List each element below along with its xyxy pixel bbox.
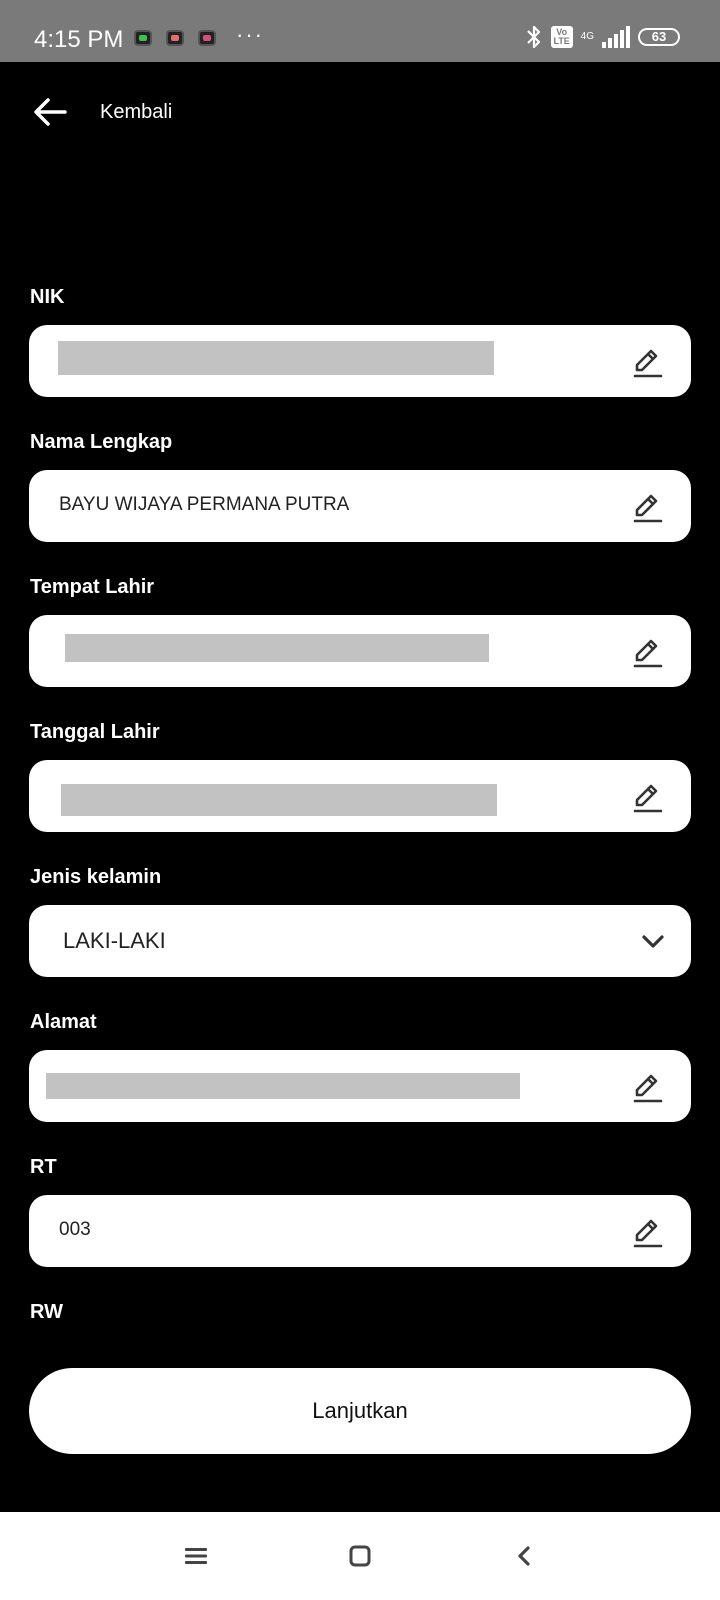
app-notification-icon [134,30,152,46]
back-label[interactable]: Kembali [100,101,172,124]
tempat-lahir-label: Tempat Lahir [30,576,155,598]
jenis-kelamin-label: Jenis kelamin [30,866,162,888]
nama-lengkap-field[interactable]: BAYU WIJAYA PERMANA PUTRA [29,470,691,542]
jenis-kelamin-value[interactable]: LAKI-LAKI [63,928,166,954]
alamat-field[interactable] [29,1050,691,1122]
jenis-kelamin-select[interactable]: LAKI-LAKI [29,905,691,977]
status-bar: 4:15 PM ··· Vo LTE 4G 63 [0,0,720,62]
app-notification-icon [198,30,216,46]
notification-icons [134,30,216,46]
pencil-icon[interactable] [631,490,665,524]
rt-label: RT [30,1156,57,1178]
battery-icon: 63 [638,28,680,46]
home-icon[interactable] [340,1538,380,1574]
pencil-icon[interactable] [631,1070,665,1104]
rw-label: RW [30,1301,63,1323]
menu-icon[interactable] [176,1538,216,1574]
redacted-value [61,784,497,816]
lanjutkan-button[interactable]: Lanjutkan [29,1368,691,1454]
redacted-value [46,1073,520,1099]
pencil-icon[interactable] [631,1215,665,1249]
pencil-icon[interactable] [631,780,665,814]
pencil-icon[interactable] [631,345,665,379]
signal-icon [602,26,630,48]
tanggal-lahir-field[interactable] [29,760,691,832]
navigation-bar [0,1512,720,1600]
app-notification-icon [166,30,184,46]
system-icons: Vo LTE 4G 63 [525,24,680,50]
nama-lengkap-label: Nama Lengkap [30,431,173,453]
rt-value[interactable]: 003 [59,1219,91,1241]
volte-icon: Vo LTE [550,26,573,48]
arrow-left-icon[interactable] [30,92,70,132]
nama-lengkap-value[interactable]: BAYU WIJAYA PERMANA PUTRA [59,494,349,516]
more-notifications-icon: ··· [236,22,264,47]
rt-field[interactable]: 003 [29,1195,691,1267]
status-time: 4:15 PM [34,26,124,53]
tempat-lahir-field[interactable] [29,615,691,687]
alamat-label: Alamat [30,1011,97,1033]
network-type: 4G [580,31,594,42]
redacted-value [65,634,489,662]
tanggal-lahir-label: Tanggal Lahir [30,721,160,743]
bluetooth-icon [526,25,540,49]
pencil-icon[interactable] [631,635,665,669]
back-button[interactable]: Kembali [30,92,172,132]
chevron-down-icon[interactable] [639,927,667,955]
nik-field[interactable] [29,325,691,397]
nik-label: NIK [30,286,65,308]
back-nav-icon[interactable] [504,1538,544,1574]
redacted-value [58,341,494,375]
